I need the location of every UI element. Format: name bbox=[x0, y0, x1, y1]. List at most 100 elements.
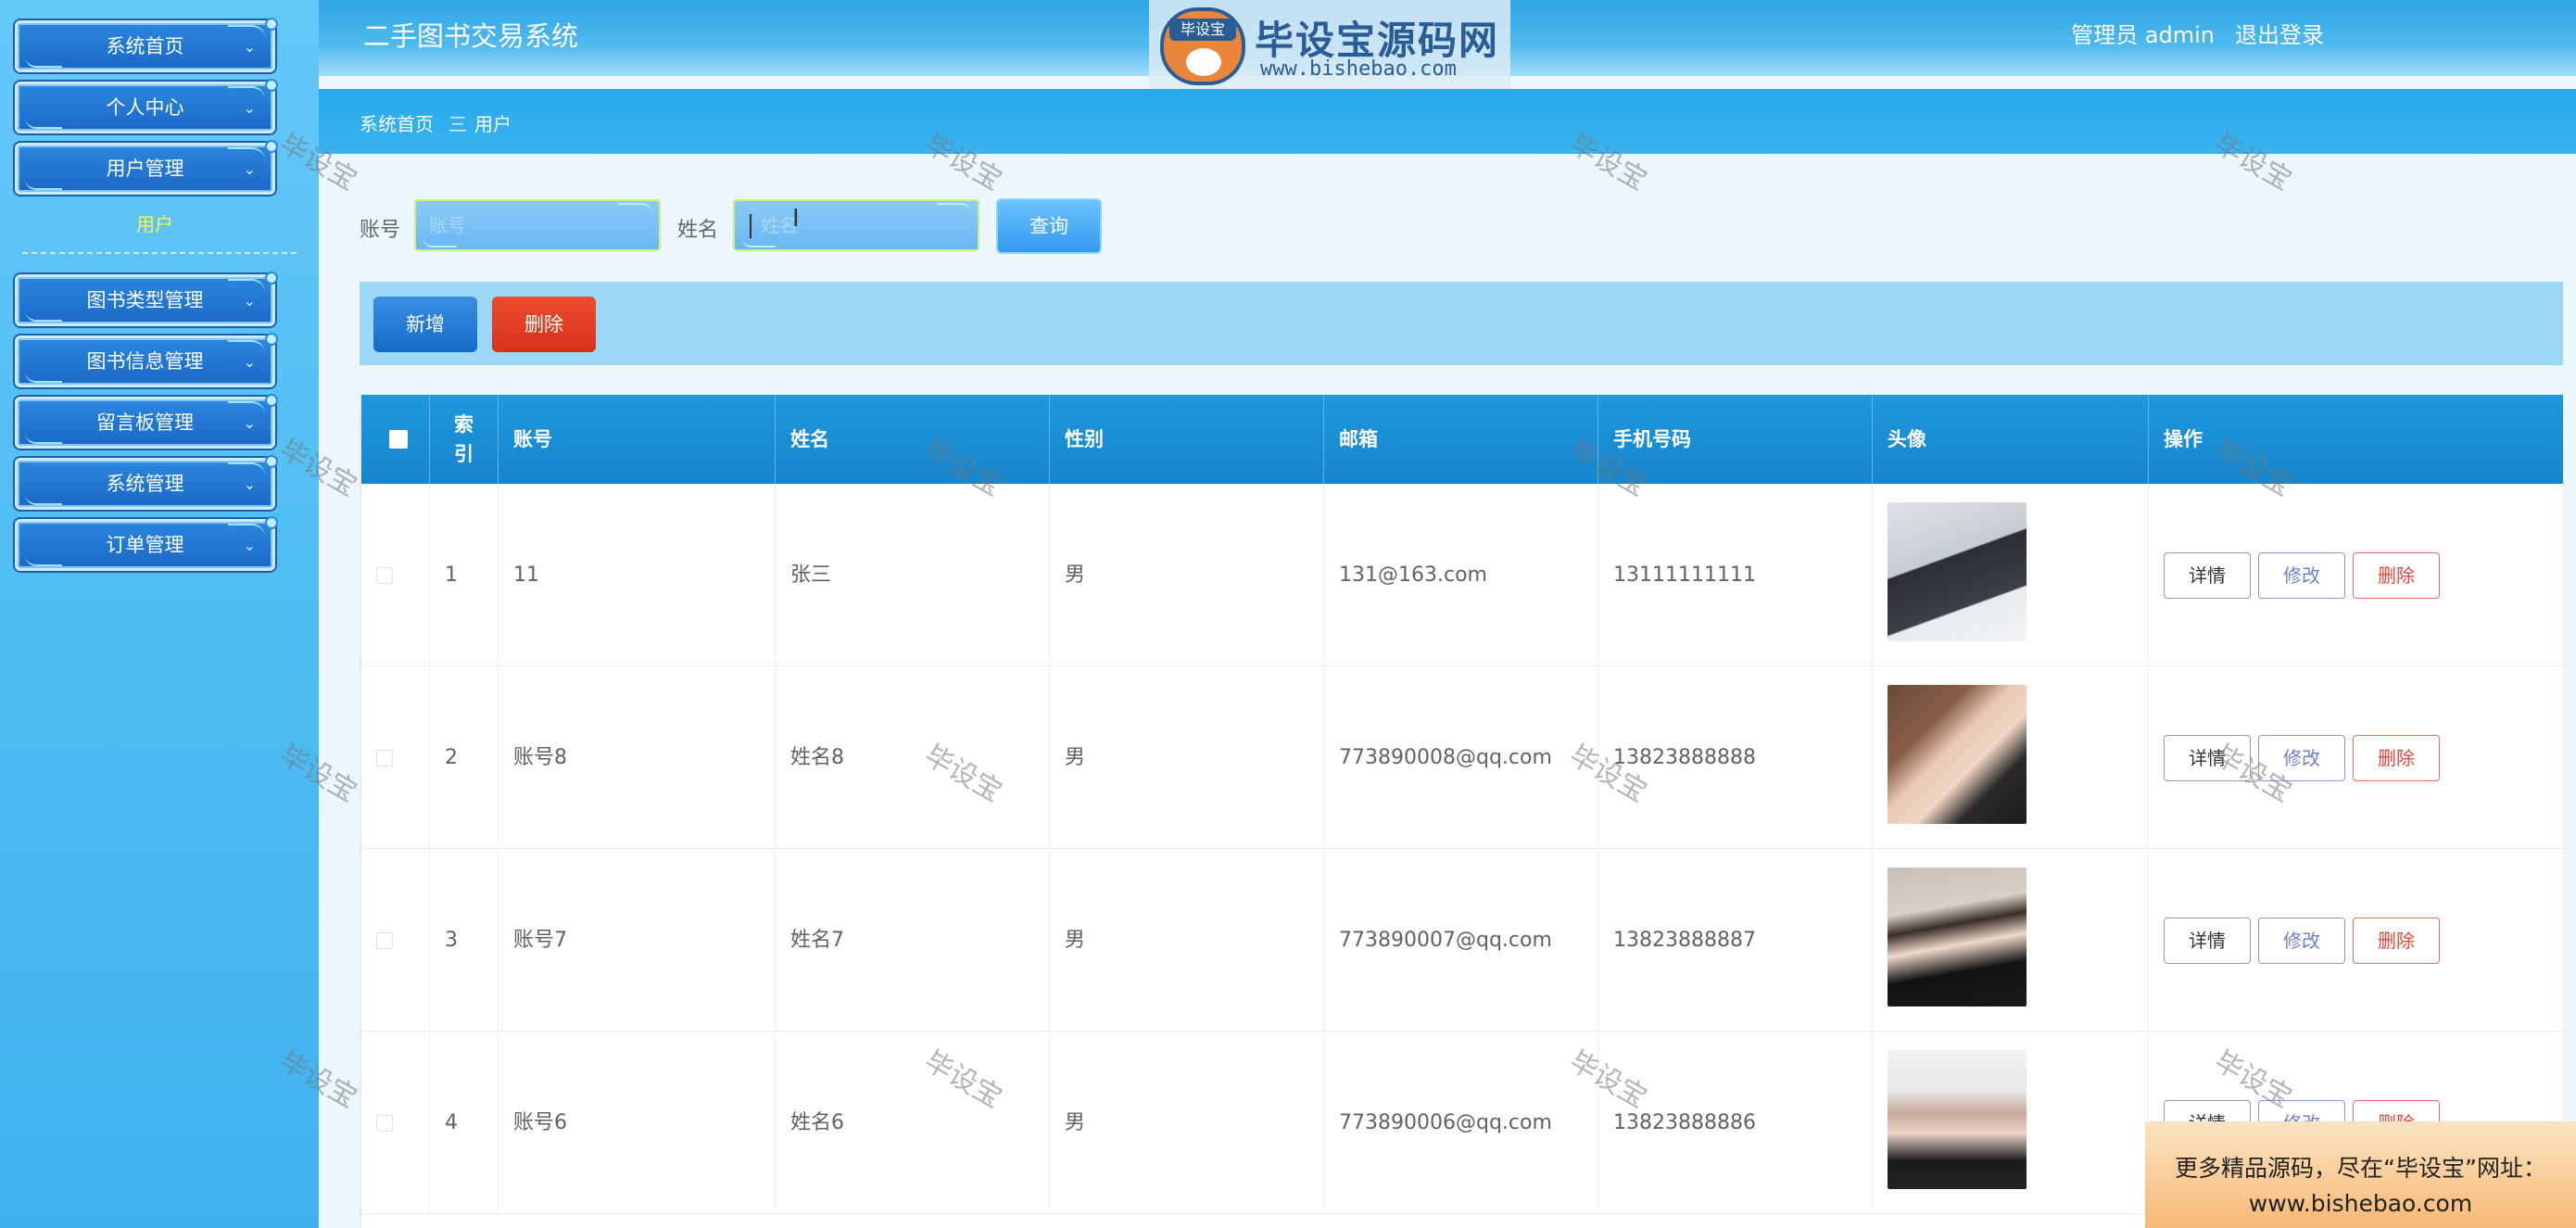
detail-button[interactable]: 详情 bbox=[2164, 918, 2251, 964]
chevron-down-icon: ⌄ bbox=[243, 99, 256, 117]
avatar bbox=[1888, 1050, 2027, 1189]
cell-index: 1 bbox=[430, 484, 499, 666]
breadcrumb-separator: 三 bbox=[448, 113, 467, 135]
cell-gender: 男 bbox=[1050, 666, 1324, 849]
ornament bbox=[228, 279, 265, 292]
header-operations: 操作 bbox=[2164, 428, 2203, 450]
cell-operations: 详情 修改 删除 bbox=[2149, 666, 2563, 849]
cell-gender: 男 bbox=[1050, 849, 1324, 1032]
header-account: 账号 bbox=[499, 395, 776, 484]
cell-name: 姓名7 bbox=[776, 849, 1050, 1032]
cell-email: 773890006@qq.com bbox=[1324, 1032, 1598, 1214]
edit-button[interactable]: 修改 bbox=[2258, 918, 2345, 964]
batch-delete-button[interactable]: 删除 bbox=[492, 297, 596, 352]
promo-line-1: 更多精品源码，尽在“毕设宝”网址： bbox=[2175, 1155, 2546, 1182]
table-row: 1 11 张三 男 131@163.com 13111111111 详情 修改 … bbox=[361, 484, 2563, 666]
name-input[interactable]: 姓名 I bbox=[733, 199, 979, 251]
sidebar-item-label: 用户管理 bbox=[106, 158, 184, 180]
ornament bbox=[228, 401, 265, 414]
logout-link[interactable]: 退出登录 bbox=[2235, 17, 2324, 49]
admin-user-label: 管理员 admin bbox=[2071, 22, 2215, 48]
header-index-bottom: 引 bbox=[454, 443, 474, 465]
header-index-top: 索 bbox=[454, 413, 474, 436]
row-select-cell bbox=[361, 849, 430, 1032]
header-index: 索引 bbox=[430, 395, 499, 484]
account-input[interactable]: 账号 bbox=[414, 199, 661, 251]
sidebar-item-profile[interactable]: 个人中心 ⌄ bbox=[15, 79, 278, 133]
ornament bbox=[25, 494, 62, 505]
cell-operations: 详情 修改 删除 bbox=[2149, 849, 2563, 1032]
chevron-down-icon: ⌄ bbox=[243, 292, 256, 310]
ornament bbox=[228, 340, 265, 353]
cell-account: 11 bbox=[499, 484, 776, 666]
delete-button[interactable]: 删除 bbox=[2353, 552, 2440, 599]
delete-button[interactable]: 删除 bbox=[2353, 735, 2440, 781]
ornament-dot bbox=[265, 455, 278, 468]
detail-button[interactable]: 详情 bbox=[2164, 552, 2251, 599]
cell-index: 2 bbox=[430, 666, 499, 849]
sidebar-item-user-management[interactable]: 用户管理 ⌄ bbox=[15, 140, 278, 195]
sidebar-item-orders[interactable]: 订单管理 ⌄ bbox=[15, 516, 278, 571]
row-checkbox[interactable] bbox=[376, 567, 393, 584]
edit-button[interactable]: 修改 bbox=[2258, 552, 2345, 599]
ornament bbox=[228, 524, 265, 537]
ornament bbox=[25, 433, 62, 444]
header-avatar: 头像 bbox=[1873, 395, 2149, 484]
cell-avatar bbox=[1873, 484, 2149, 666]
ornament bbox=[25, 310, 62, 322]
ornament-dot bbox=[265, 79, 278, 92]
site-logo: 毕设宝 毕设宝源码网 www.bishebao.com bbox=[1149, 0, 1510, 93]
sidebar-item-book-info[interactable]: 图书信息管理 ⌄ bbox=[15, 333, 278, 387]
cell-email: 773890007@qq.com bbox=[1324, 849, 1598, 1032]
ornament bbox=[423, 238, 457, 247]
add-button[interactable]: 新增 bbox=[373, 297, 477, 352]
cell-phone: 13823888886 bbox=[1598, 1032, 1873, 1214]
sidebar-item-label: 留言板管理 bbox=[96, 411, 194, 434]
name-label: 姓名 bbox=[677, 219, 719, 242]
header-name: 姓名 bbox=[776, 395, 1050, 484]
cell-gender: 男 bbox=[1050, 1032, 1324, 1214]
select-all-checkbox[interactable] bbox=[389, 430, 408, 449]
header-gender: 性别 bbox=[1050, 395, 1324, 484]
header-select-all[interactable] bbox=[361, 395, 430, 484]
sidebar-subitem-user[interactable]: 用户 bbox=[15, 209, 295, 236]
cell-phone: 13823888887 bbox=[1598, 849, 1873, 1032]
cell-avatar bbox=[1873, 849, 2149, 1032]
sidebar-item-label: 图书类型管理 bbox=[86, 289, 204, 311]
delete-button[interactable]: 删除 bbox=[2353, 918, 2440, 964]
sidebar-item-system[interactable]: 系统管理 ⌄ bbox=[15, 455, 278, 510]
breadcrumb-home[interactable]: 系统首页 bbox=[360, 109, 434, 136]
chevron-down-icon: ⌄ bbox=[243, 537, 256, 554]
chevron-down-icon: ⌄ bbox=[243, 475, 256, 493]
promo-banner: 更多精品源码，尽在“毕设宝”网址： www.bishebao.com bbox=[2145, 1121, 2576, 1228]
cell-name: 姓名6 bbox=[776, 1032, 1050, 1214]
cell-phone: 13111111111 bbox=[1598, 484, 1873, 666]
cell-index: 4 bbox=[430, 1032, 499, 1214]
ornament bbox=[228, 462, 265, 475]
breadcrumb-current: 用户 bbox=[474, 113, 511, 135]
sidebar-item-label: 图书信息管理 bbox=[86, 350, 204, 373]
promo-line-2[interactable]: www.bishebao.com bbox=[2145, 1186, 2576, 1222]
row-checkbox[interactable] bbox=[376, 750, 393, 766]
ornament bbox=[742, 238, 776, 247]
logo-mark-icon: 毕设宝 bbox=[1160, 7, 1245, 85]
chevron-down-icon: ⌄ bbox=[243, 160, 256, 178]
account-placeholder: 账号 bbox=[429, 214, 466, 236]
breadcrumb: 系统首页 三 用户 bbox=[319, 89, 2576, 154]
edit-button[interactable]: 修改 bbox=[2258, 735, 2345, 781]
sidebar-item-message-board[interactable]: 留言板管理 ⌄ bbox=[15, 394, 278, 449]
sidebar-item-home[interactable]: 系统首页 ⌄ bbox=[15, 18, 278, 72]
sidebar-item-label: 系统首页 bbox=[106, 35, 184, 57]
cell-account: 账号8 bbox=[499, 666, 776, 849]
query-button[interactable]: 查询 bbox=[996, 198, 1102, 254]
row-select-cell bbox=[361, 666, 430, 849]
sidebar-item-book-type[interactable]: 图书类型管理 ⌄ bbox=[15, 272, 278, 326]
detail-button[interactable]: 详情 bbox=[2164, 735, 2251, 781]
header-email: 邮箱 bbox=[1324, 395, 1598, 484]
cell-phone: 13823888888 bbox=[1598, 666, 1873, 849]
row-checkbox[interactable] bbox=[376, 1115, 393, 1132]
row-checkbox[interactable] bbox=[376, 932, 393, 949]
ornament-dot bbox=[265, 394, 278, 407]
sidebar-divider bbox=[22, 252, 297, 254]
action-bar: 新增 删除 bbox=[360, 282, 2563, 365]
